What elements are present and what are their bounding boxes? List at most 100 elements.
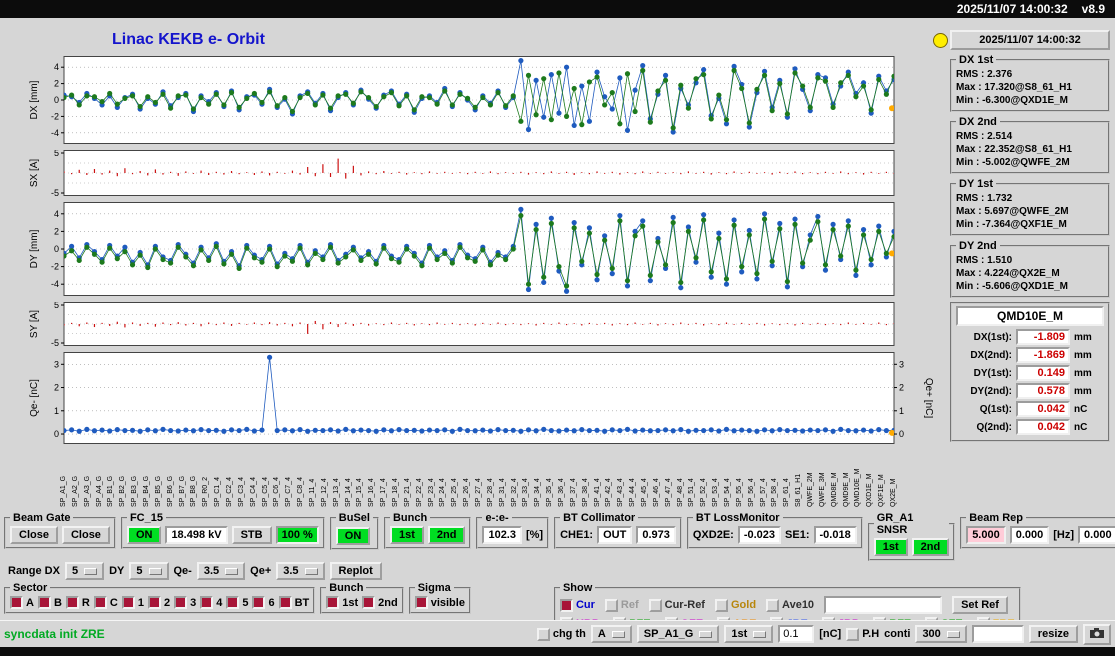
toggle-Ave10[interactable]: Ave10 [766, 599, 814, 612]
toggle-Cur-Ref[interactable]: Cur-Ref [649, 599, 705, 612]
bpm-x-label: SP_23_4 [428, 451, 435, 507]
gr-snsr-legend: GR_A1 SNSR [874, 512, 949, 536]
toggle-6[interactable]: 6 [252, 596, 274, 609]
range-qem-select[interactable]: 3.5 [197, 562, 245, 580]
bunch-1st-button[interactable]: 1st [390, 526, 424, 544]
fc15-on-button[interactable]: ON [127, 526, 162, 544]
toggle-Ref[interactable]: Ref [605, 599, 639, 612]
fc15-stb-button[interactable]: STB [232, 526, 272, 544]
toggle-B[interactable]: B [38, 596, 62, 609]
toggle-Cur[interactable]: Cur [560, 599, 595, 612]
replot-button[interactable]: Replot [330, 562, 382, 580]
che1-label: CHE1: [560, 529, 593, 541]
checkbox-indicator [66, 596, 79, 609]
svg-text:SY [A]: SY [A] [29, 310, 40, 338]
toggle-label: visible [431, 597, 465, 609]
svg-text:SX [A]: SX [A] [29, 159, 40, 188]
checkbox-indicator [326, 596, 339, 609]
sx-steering-plot: -55SX [A] [28, 150, 933, 196]
range-qep-select[interactable]: 3.5 [276, 562, 324, 580]
bpm-x-label: SP_C2_4 [226, 451, 233, 507]
beam-gate-legend: Beam Gate [10, 512, 73, 524]
control-row-1: Beam Gate Close Close FC_15 ON 18.498 kV… [4, 512, 1115, 565]
chg-th-checkbox[interactable]: chg th [537, 628, 586, 641]
bpm-value-row: Q(1st):0.042nC [956, 401, 1104, 417]
range-qem-value: 3.5 [204, 565, 219, 577]
bpm-x-label: SP_35_4 [546, 451, 553, 507]
toggle-R[interactable]: R [66, 596, 90, 609]
aux-input[interactable] [972, 625, 1024, 643]
option-menu-icon [305, 568, 318, 575]
beam-gate-close-button-2[interactable]: Close [62, 526, 110, 544]
bpm-select[interactable]: SP_A1_G [637, 625, 720, 643]
resize-button[interactable]: resize [1029, 625, 1078, 643]
toggle-4[interactable]: 4 [200, 596, 222, 609]
bpm-x-label: SP_C1_4 [214, 451, 221, 507]
info-panel: 2025/11/07 14:00:32 DX 1stRMS : 2.376Max… [950, 30, 1110, 446]
beam-rep-legend: Beam Rep [966, 512, 1026, 524]
range-dx-label: Range DX [8, 565, 60, 577]
range-dy-select[interactable]: 5 [129, 562, 168, 580]
bpm-x-label: SP_45_4 [641, 451, 648, 507]
ref-file-input[interactable] [824, 596, 942, 614]
dx-orbit-plot: -4-2024DX [mm] [28, 56, 933, 144]
toggle-Gold[interactable]: Gold [715, 599, 756, 612]
toggle-3[interactable]: 3 [174, 596, 196, 609]
bpm-row-value: -1.869 [1016, 347, 1070, 363]
snapshot-button[interactable] [1083, 624, 1111, 645]
bpm-detail-frame: QMD10E_M DX(1st):-1.809mmDX(2nd):-1.869m… [950, 302, 1110, 442]
bunch-select[interactable]: 1st [724, 625, 773, 643]
gr-snsr-2nd-button[interactable]: 2nd [912, 538, 950, 556]
ee-ratio-legend: e-:e- [482, 512, 511, 524]
set-ref-button[interactable]: Set Ref [952, 596, 1008, 614]
bpm-value-row: DX(2nd):-1.869mm [956, 347, 1104, 363]
checkbox-indicator [279, 596, 292, 609]
toggle-visible[interactable]: visible [415, 596, 465, 609]
busel-on-button[interactable]: ON [336, 527, 371, 545]
bpm-x-label: S8_61_H1 [795, 451, 802, 507]
bpm-row-unit: mm [1074, 332, 1092, 343]
toggle-label: Gold [731, 599, 756, 611]
toggle-BT[interactable]: BT [279, 596, 310, 609]
interval-select[interactable]: 300 [915, 625, 966, 643]
gr-snsr-frame: GR_A1 SNSR 1st 2nd [868, 512, 955, 561]
checkbox-indicator [226, 596, 239, 609]
bt-collimator-frame: BT Collimator CHE1: OUT 0.973 [554, 512, 682, 549]
toggle-1[interactable]: 1 [122, 596, 144, 609]
bpm-x-label: SP_A2_G [72, 451, 79, 507]
bpm-value-row: Q(2nd):0.042nC [956, 419, 1104, 435]
bpm-x-label: SP_42_4 [605, 451, 612, 507]
control-row-range: Range DX 5 DY 5 Qe- 3.5 Qe+ 3.5 Replot [8, 562, 382, 580]
toggle-2nd[interactable]: 2nd [362, 596, 398, 609]
bpm-x-label: SP_36_4 [558, 451, 565, 507]
toggle-5[interactable]: 5 [226, 596, 248, 609]
toggle-label: 5 [242, 597, 248, 609]
beam-gate-close-button-1[interactable]: Close [10, 526, 58, 544]
bpm-row-label: DX(2nd): [956, 350, 1012, 361]
toggle-A[interactable]: A [10, 596, 34, 609]
checkbox-indicator [200, 596, 213, 609]
ph-checkbox[interactable]: P.H [846, 628, 879, 641]
toggle-1st[interactable]: 1st [326, 596, 358, 609]
svg-text:0: 0 [54, 429, 59, 439]
bpm-x-label: SP_16_4 [368, 451, 375, 507]
range-qep-value: 3.5 [283, 565, 298, 577]
bpm-x-label: SP_41_4 [594, 451, 601, 507]
chg-th-label: chg th [553, 628, 586, 640]
checkbox-indicator [766, 599, 779, 612]
bunch-2nd-button[interactable]: 2nd [428, 526, 466, 544]
bpm-x-label: SP_11_4 [309, 451, 316, 507]
bpm-value-row: DY(2nd):0.578mm [956, 383, 1104, 399]
sector-select[interactable]: A [591, 625, 632, 643]
threshold-input[interactable] [778, 625, 814, 643]
bpm-x-label: QMD9E_M [843, 451, 850, 507]
toggle-C[interactable]: C [94, 596, 118, 609]
toggle-2[interactable]: 2 [148, 596, 170, 609]
svg-text:1: 1 [899, 406, 904, 416]
range-dx-select[interactable]: 5 [65, 562, 104, 580]
toggle-label: Ave10 [782, 599, 814, 611]
gr-snsr-1st-button[interactable]: 1st [874, 538, 908, 556]
svg-text:-2: -2 [51, 111, 59, 121]
stats-group: DX 2ndRMS : 2.514Max : 22.352@S8_61_H1Mi… [950, 116, 1110, 174]
beam-rep-frame: Beam Rep 5.000 0.000 [Hz] 0.000 [%] [960, 512, 1115, 549]
